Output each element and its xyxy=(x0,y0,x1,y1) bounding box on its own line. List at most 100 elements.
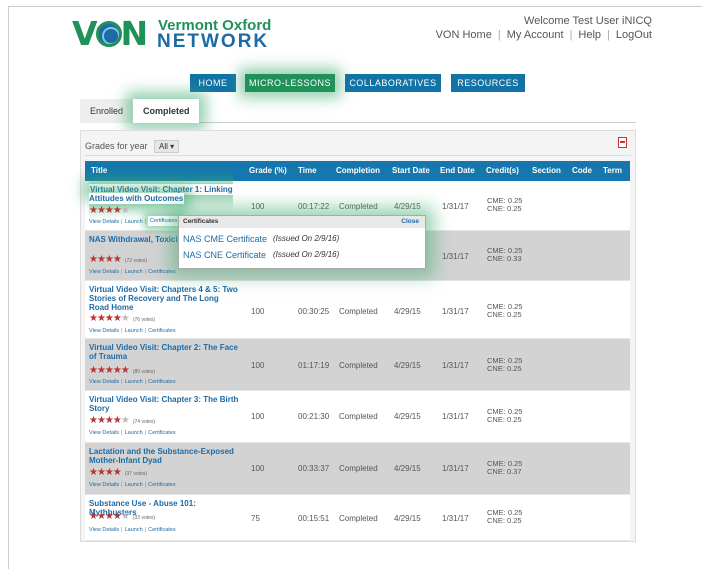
view-details-link[interactable]: View Details xyxy=(89,430,119,436)
view-details-link[interactable]: View Details xyxy=(89,328,119,334)
view-details-link[interactable]: View Details xyxy=(89,379,119,385)
certificates-link[interactable]: Certificates xyxy=(148,482,176,488)
row-completion: Completed xyxy=(339,202,378,211)
table-row: Virtual Video Visit: Chapters 4 & 5: Two… xyxy=(85,281,630,339)
von-logo[interactable]: VN Vermont Oxford NETWORK xyxy=(72,14,282,53)
row-time: 00:21:30 xyxy=(298,412,330,421)
row-links: View Details | Launch | Certificates xyxy=(89,482,176,488)
row-title[interactable]: Virtual Video Visit: Chapters 4 & 5: Two… xyxy=(89,285,239,312)
launch-link[interactable]: Launch xyxy=(125,430,143,436)
col-code[interactable]: Code xyxy=(572,161,592,181)
row-start: 4/29/15 xyxy=(394,202,421,211)
tab-bar: Enrolled Completed xyxy=(80,99,636,123)
row-credits: CME: 0.25 CNE: 0.25 xyxy=(487,302,523,319)
link-von-home[interactable]: VON Home xyxy=(436,29,492,41)
link-logout[interactable]: LogOut xyxy=(616,29,652,41)
col-grade[interactable]: Grade (%) xyxy=(249,161,287,181)
popup-close-button[interactable]: Close xyxy=(401,218,419,225)
star-rating: ★★★★★ (76 votes) xyxy=(89,313,156,324)
certificates-link[interactable]: Certificates xyxy=(148,430,176,436)
row-time: 00:33:37 xyxy=(298,464,330,473)
row-end: 1/31/17 xyxy=(442,252,469,261)
row-completion: Completed xyxy=(339,361,378,370)
certificates-link-active[interactable]: Certificates xyxy=(148,216,180,226)
launch-link[interactable]: Launch xyxy=(125,328,143,334)
row-end: 1/31/17 xyxy=(442,514,469,523)
top-links: VON Home | My Account | Help | LogOut xyxy=(435,29,652,41)
col-title[interactable]: Title xyxy=(91,161,107,181)
year-select[interactable]: All ▾ xyxy=(154,140,180,153)
table-header: Title Grade (%) Time Completion Start Da… xyxy=(85,161,630,181)
star-rating: ★★★★★ (33 votes) xyxy=(89,511,156,522)
col-term[interactable]: Term xyxy=(603,161,622,181)
view-details-link[interactable]: View Details xyxy=(89,219,119,225)
cert-name[interactable]: NAS CNE Certificate xyxy=(183,250,266,260)
row-end: 1/31/17 xyxy=(442,412,469,421)
row-end: 1/31/17 xyxy=(442,202,469,211)
cert-issued: (Issued On 2/9/16) xyxy=(273,234,340,243)
nav-home[interactable]: HOME xyxy=(190,74,236,92)
row-credits: CME: 0.25 CNE: 0.25 xyxy=(487,407,523,424)
courses-panel: Grades for year All ▾ Title Grade (%) Ti… xyxy=(80,130,636,542)
col-credits[interactable]: Credit(s) xyxy=(486,161,519,181)
cert-item[interactable]: NAS CNE Certificate (Issued On 2/9/16) xyxy=(183,250,339,260)
link-my-account[interactable]: My Account xyxy=(507,29,564,41)
row-end: 1/31/17 xyxy=(442,361,469,370)
launch-link[interactable]: Launch xyxy=(125,269,143,275)
logo-mark: VN xyxy=(72,14,148,53)
row-title[interactable]: Virtual Video Visit: Chapter 1: Linking … xyxy=(89,184,239,204)
logo-line2: NETWORK xyxy=(157,31,270,52)
cert-name[interactable]: NAS CME Certificate xyxy=(183,234,267,244)
view-details-link[interactable]: View Details xyxy=(89,269,119,275)
col-end-date[interactable]: End Date xyxy=(440,161,475,181)
launch-link[interactable]: Launch xyxy=(125,379,143,385)
col-completion[interactable]: Completion xyxy=(336,161,380,181)
row-links: View Details | Launch | Certificates xyxy=(89,269,176,275)
tab-enrolled[interactable]: Enrolled xyxy=(80,99,132,123)
popup-header: Certificates Close xyxy=(179,216,425,228)
row-credits: CME: 0.25 CNE: 0.33 xyxy=(487,246,523,263)
certificates-link[interactable]: Certificates xyxy=(148,328,176,334)
row-time: 00:17:22 xyxy=(298,202,330,211)
row-time: 01:17:19 xyxy=(298,361,330,370)
nav-micro-lessons[interactable]: MICRO-LESSONS xyxy=(245,74,335,92)
nav-resources[interactable]: RESOURCES xyxy=(451,74,525,92)
row-time: 00:15:51 xyxy=(298,514,330,523)
row-grade: 100 xyxy=(251,307,265,316)
tab-completed[interactable]: Completed xyxy=(133,99,199,123)
star-rating: ★★★★★ (80 votes) xyxy=(89,365,156,376)
launch-link[interactable]: Launch xyxy=(125,482,143,488)
grades-filter: Grades for year All ▾ xyxy=(85,140,180,153)
table-row: Virtual Video Visit: Chapter 3: The Birt… xyxy=(85,391,630,443)
star-rating: ★★★★ (37 votes) xyxy=(89,467,148,478)
row-completion: Completed xyxy=(339,464,378,473)
certificates-link[interactable]: Certificates xyxy=(148,527,176,533)
view-details-link[interactable]: View Details xyxy=(89,482,119,488)
row-end: 1/31/17 xyxy=(442,307,469,316)
row-completion: Completed xyxy=(339,412,378,421)
nav-collaboratives[interactable]: COLLABORATIVES xyxy=(345,74,441,92)
col-time[interactable]: Time xyxy=(298,161,317,181)
row-end: 1/31/17 xyxy=(442,464,469,473)
link-help[interactable]: Help xyxy=(578,29,601,41)
row-grade: 100 xyxy=(251,202,265,211)
certificates-link[interactable]: Certificates xyxy=(148,269,176,275)
cert-issued: (Issued On 2/9/16) xyxy=(273,250,340,259)
certificates-link[interactable]: Certificates xyxy=(148,379,176,385)
col-start-date[interactable]: Start Date xyxy=(392,161,430,181)
row-grade: 75 xyxy=(251,514,260,523)
row-title[interactable]: Virtual Video Visit: Chapter 2: The Face… xyxy=(89,343,239,361)
table-row: Lactation and the Substance-Exposed Moth… xyxy=(85,443,630,495)
globe-icon xyxy=(95,21,122,47)
row-start: 4/29/15 xyxy=(394,464,421,473)
cert-item[interactable]: NAS CME Certificate (Issued On 2/9/16) xyxy=(183,234,339,244)
row-title[interactable]: Virtual Video Visit: Chapter 3: The Birt… xyxy=(89,395,239,413)
col-section[interactable]: Section xyxy=(532,161,561,181)
pdf-icon[interactable] xyxy=(618,137,627,148)
row-links: View Details | Launch | Certificates xyxy=(89,328,176,334)
view-details-link[interactable]: View Details xyxy=(89,527,119,533)
launch-link[interactable]: Launch xyxy=(125,527,143,533)
row-time: 00:30:25 xyxy=(298,307,330,316)
row-title[interactable]: Lactation and the Substance-Exposed Moth… xyxy=(89,447,239,465)
launch-link[interactable]: Launch xyxy=(125,219,143,225)
